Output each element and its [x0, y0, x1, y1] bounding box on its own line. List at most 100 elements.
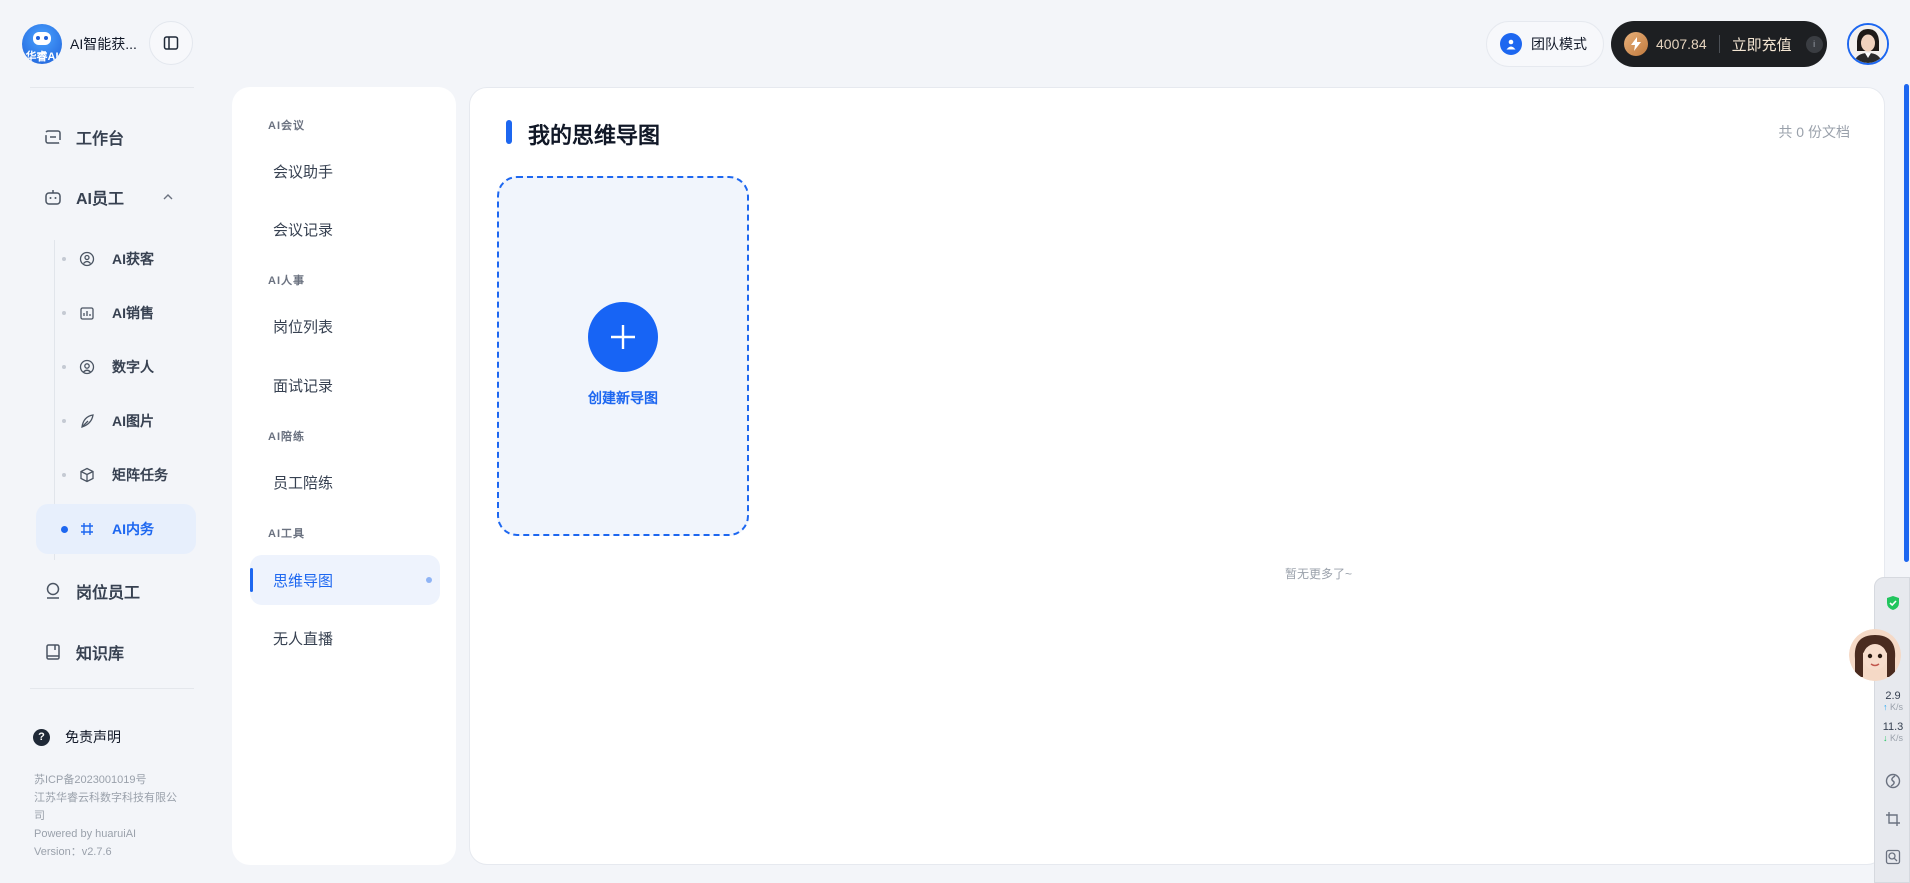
credit-balance: 4007.84 立即充值 i — [1611, 21, 1827, 67]
bullet — [62, 473, 66, 477]
secondary-menu: AI会议 会议助手 会议记录 AI人事 岗位列表 面试记录 AI陪练 员工陪练 … — [232, 87, 456, 865]
sidebar-toggle-icon — [163, 36, 179, 50]
menu-item-mind-map[interactable]: 思维导图 — [250, 555, 440, 605]
user-icon — [1500, 33, 1522, 55]
menu-item-interview-records[interactable]: 面试记录 — [250, 360, 440, 410]
assistant-avatar[interactable] — [1849, 629, 1901, 681]
menu-item-meeting-assistant[interactable]: 会议助手 — [250, 146, 440, 196]
upload-speed-value: 2.9 — [1885, 690, 1901, 702]
menu-item-meeting-records[interactable]: 会议记录 — [250, 204, 440, 254]
menu-group-hr: AI人事 — [268, 275, 305, 287]
sidebar-item-matrix-task[interactable]: 矩阵任务 — [36, 450, 196, 500]
brand-name: AI智能获... — [70, 36, 137, 52]
chart-icon — [78, 304, 96, 322]
main-content: 我的思维导图 共 0 份文档 创建新导图 暂无更多了~ — [469, 87, 1885, 865]
menu-item-position-list[interactable]: 岗位列表 — [250, 301, 440, 351]
add-button[interactable] — [588, 302, 658, 372]
plus-icon — [611, 325, 635, 349]
menu-group-tools: AI工具 — [268, 528, 305, 540]
collapse-sidebar-button[interactable] — [149, 21, 193, 65]
leaf-icon — [78, 412, 96, 430]
sidebar-item-label: AI内务 — [112, 521, 154, 537]
team-mode-label: 团队模式 — [1531, 36, 1587, 52]
sidebar-item-digital-human[interactable]: 数字人 — [36, 342, 196, 392]
recharge-button[interactable]: 立即充值 — [1732, 34, 1792, 55]
nav-position-staff[interactable]: 岗位员工 — [42, 576, 140, 606]
download-speed: 11.3 ↓ K/s — [1875, 722, 1910, 744]
sidebar-item-ai-image[interactable]: AI图片 — [36, 396, 196, 446]
robot-icon — [33, 32, 51, 45]
shield-check-icon[interactable] — [1886, 595, 1900, 611]
search-icon[interactable] — [1885, 849, 1901, 865]
sidebar-item-label: 矩阵任务 — [112, 467, 168, 483]
menu-item-label: 无人直播 — [273, 630, 334, 648]
chevron-up-icon — [163, 194, 173, 200]
nav-knowledge-base-label: 知识库 — [76, 646, 125, 663]
title-accent-bar — [506, 120, 512, 144]
page-title: 我的思维导图 — [528, 123, 661, 148]
download-speed-unit: K/s — [1890, 733, 1904, 743]
document-count: 共 0 份文档 — [1778, 124, 1850, 140]
swirl-icon[interactable] — [1885, 773, 1901, 789]
sidebar-item-ai-affairs[interactable]: AI内务 — [36, 504, 196, 554]
user-avatar[interactable] — [1847, 23, 1889, 65]
team-mode-button[interactable]: 团队模式 — [1486, 21, 1604, 67]
cube-icon — [78, 466, 96, 484]
sidebar-item-ai-sales[interactable]: AI销售 — [36, 288, 196, 338]
nav-ai-staff[interactable]: AI员工 — [42, 182, 173, 212]
question-icon: ? — [33, 728, 50, 746]
brand[interactable]: 华睿AI AI智能获... — [22, 24, 142, 64]
create-mind-map-card[interactable]: 创建新导图 — [497, 176, 749, 536]
menu-item-staff-training[interactable]: 员工陪练 — [250, 457, 440, 507]
disclaimer-label: 免责声明 — [65, 729, 121, 745]
nav-ai-staff-label: AI员工 — [76, 191, 125, 208]
person-icon — [42, 580, 64, 602]
sidebar-item-label: 数字人 — [112, 359, 154, 375]
bullet — [62, 311, 66, 315]
info-icon[interactable]: i — [1805, 35, 1823, 53]
bullet — [61, 525, 68, 533]
crop-icon[interactable] — [1885, 811, 1901, 827]
divider — [30, 87, 194, 88]
floating-tool-bar: 2.9 ↑ K/s 11.3 ↓ K/s — [1874, 577, 1910, 883]
book-icon — [42, 641, 64, 663]
arrow-up-icon: ↑ — [1882, 702, 1888, 712]
menu-item-label: 员工陪练 — [273, 474, 334, 492]
sidebar-item-label: AI图片 — [112, 413, 154, 429]
lightning-icon — [1624, 32, 1648, 56]
icp-number[interactable]: 苏ICP备2023001019号 — [34, 771, 179, 789]
logo-text: 华睿AI — [25, 51, 59, 63]
divider — [30, 688, 194, 689]
nav-workbench-label: 工作台 — [76, 131, 125, 148]
bullet — [62, 365, 66, 369]
disclaimer-link[interactable]: ? 免责声明 — [33, 727, 121, 747]
robot-icon — [42, 186, 64, 208]
no-more-text: 暂无更多了~ — [1284, 567, 1352, 581]
nav-workbench[interactable]: 工作台 — [42, 122, 124, 152]
powered-by: Powered by huaruiAI — [34, 828, 137, 840]
sidebar-item-label: AI获客 — [112, 251, 154, 267]
menu-item-label: 会议助手 — [273, 163, 334, 181]
menu-item-label: 思维导图 — [273, 572, 334, 590]
assistant-avatar-image — [1849, 629, 1901, 681]
menu-item-label: 面试记录 — [273, 377, 334, 395]
arrow-down-icon: ↓ — [1882, 733, 1888, 743]
scrollbar-thumb[interactable] — [1904, 84, 1909, 562]
nav-knowledge-base[interactable]: 知识库 — [42, 637, 124, 667]
sidebar-item-ai-acquire[interactable]: AI获客 — [36, 234, 196, 284]
download-speed-value: 11.3 — [1882, 721, 1904, 733]
hash-icon — [78, 520, 96, 538]
bullet — [62, 257, 66, 261]
create-mind-map-label: 创建新导图 — [588, 390, 658, 406]
nav-position-staff-label: 岗位员工 — [76, 585, 141, 602]
upload-speed: 2.9 ↑ K/s — [1875, 691, 1910, 713]
avatar-image — [1849, 25, 1887, 63]
credit-amount: 4007.84 — [1656, 36, 1707, 52]
menu-group-meeting: AI会议 — [268, 120, 305, 132]
menu-item-label: 岗位列表 — [273, 318, 334, 336]
active-indicator — [426, 577, 432, 583]
user-circle-icon — [78, 250, 96, 268]
version: Version：v2.7.6 — [34, 846, 112, 858]
workbench-icon — [42, 126, 64, 148]
menu-item-live-stream[interactable]: 无人直播 — [250, 613, 440, 663]
